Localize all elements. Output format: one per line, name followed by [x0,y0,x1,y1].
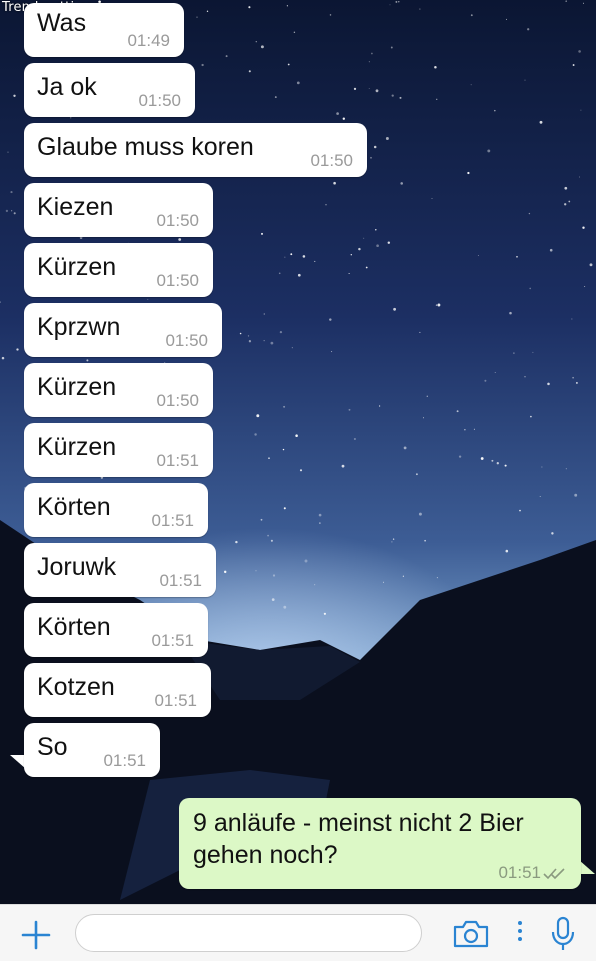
message-time: 01:50 [156,211,199,230]
message-time: 01:50 [138,91,181,110]
message-input-bar [0,904,596,961]
incoming-message[interactable]: Kürzen 01:50 [24,363,213,417]
incoming-message[interactable]: Körten 01:51 [24,483,208,537]
message-text: Kprzwn [37,313,121,341]
message-text: Kotzen [37,673,115,701]
incoming-message[interactable]: Was 01:49 [24,3,184,57]
incoming-message[interactable]: Kotzen 01:51 [24,663,211,717]
incoming-message[interactable]: Ja ok 01:50 [24,63,195,117]
message-text: Joruwk [37,553,117,581]
camera-icon[interactable] [452,919,490,949]
incoming-message[interactable]: So 01:51 [24,723,160,777]
incoming-message[interactable]: Körten 01:51 [24,603,208,657]
incoming-message[interactable]: Kürzen 01:50 [24,243,213,297]
message-time: 01:50 [165,331,208,350]
message-input[interactable] [75,914,422,952]
message-time: 01:50 [310,151,353,170]
message-text: So [37,733,68,761]
incoming-message[interactable]: Kprzwn 01:50 [24,303,222,357]
more-dots-icon[interactable] [517,919,523,943]
message-text: 9 anläufe - meinst nicht 2 Bier gehen no… [193,809,524,869]
incoming-message[interactable]: Glaube muss koren 01:50 [24,123,367,177]
message-text: Was [37,9,87,37]
incoming-message[interactable]: Joruwk 01:51 [24,543,216,597]
message-text: Ja ok [37,73,97,101]
plus-icon[interactable] [20,919,52,951]
message-time: 01:51 [498,863,541,882]
double-check-icon [543,868,565,880]
message-time: 01:51 [103,751,146,770]
message-text: Kürzen [37,253,117,281]
message-text: Kiezen [37,193,114,221]
message-time: 01:51 [159,571,202,590]
incoming-message[interactable]: Kürzen 01:51 [24,423,213,477]
message-time: 01:51 [151,631,194,650]
message-time: 01:50 [156,391,199,410]
incoming-message[interactable]: Kiezen 01:50 [24,183,213,237]
message-text: Körten [37,613,111,641]
microphone-icon[interactable] [550,916,576,952]
message-time: 01:51 [154,691,197,710]
message-text: Glaube muss koren [37,133,254,161]
message-time: 01:51 [151,511,194,530]
message-time: 01:51 [156,451,199,470]
message-time: 01:49 [127,31,170,50]
message-text: Kürzen [37,433,117,461]
bubble-tail [579,860,595,874]
message-text: Körten [37,493,111,521]
message-text: Kürzen [37,373,117,401]
message-time: 01:50 [156,271,199,290]
outgoing-message[interactable]: 9 anläufe - meinst nicht 2 Bier gehen no… [179,798,581,889]
